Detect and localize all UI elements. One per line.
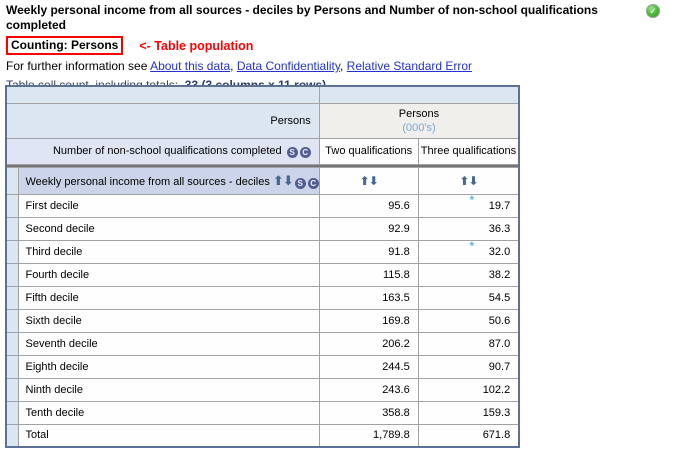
separator-text: , [339,59,347,73]
row-label: Fourth decile [17,262,320,287]
row-label: Eighth decile [17,354,320,379]
about-this-data-link[interactable]: About this data [150,59,230,73]
data-cell: 38.2 [417,262,520,287]
row-label: Second decile [17,216,320,241]
table-row: Eighth decile 244.5 90.7 [5,354,520,379]
table-row: Third decile 91.8 * 32.0 [5,239,520,264]
table-title: Weekly personal income from all sources … [6,3,598,32]
data-cell: 54.5 [417,285,520,310]
data-cell: 1,789.8 [318,423,419,448]
separator-text: , [230,59,237,73]
table-row: Fourth decile 115.8 38.2 [5,262,520,287]
data-cell: 244.5 [318,354,419,379]
data-cell: 115.8 [318,262,419,287]
info-prefix-text: For further information see [6,59,151,73]
row-dimension-cell: Weekly personal income from all sources … [17,166,320,195]
column-header-two-qualifications: Two qualifications [318,137,419,165]
spacer-cell [318,85,520,104]
annotation-flag-icon: * [469,194,475,207]
wafer-label-cell: Persons [5,102,320,139]
row-label: Total [17,423,320,448]
page-header: Weekly personal income from all sources … [6,3,684,92]
data-cell: 95.6 [318,193,419,218]
gutter-cell [5,423,19,448]
measure-header-row: Persons Persons (000's) [5,102,520,139]
row-label: Fifth decile [17,285,320,310]
annotation-flag-icon: * [469,240,475,253]
table-population-annotation: <- Table population [139,38,254,53]
data-cell: 87.0 [417,331,520,356]
table-row: Ninth decile 243.6 102.2 [5,377,520,402]
sort-descending-icon[interactable]: ⬇ [369,174,379,188]
row-label: Ninth decile [17,377,320,402]
column-dimension-cell: Number of non-school qualifications comp… [5,137,320,165]
s-circle-icon[interactable]: S [294,177,306,189]
c-circle-icon[interactable]: C [307,177,319,189]
data-cell: 90.7 [417,354,520,379]
row-label: Third decile [17,239,320,264]
sort-descending-icon[interactable]: ⬇ [468,174,478,188]
data-cell: 163.5 [318,285,419,310]
total-row: Total 1,789.8 671.8 [5,423,520,448]
column-dimension-row: Number of non-school qualifications comp… [5,137,520,165]
row-dimension-row: Weekly personal income from all sources … [5,166,520,195]
column-sort-control: ⬆⬇ [318,166,419,195]
data-cell: 36.3 [417,216,520,241]
table-row: First decile 95.6 * 19.7 [5,193,520,218]
spacer-row [5,85,520,104]
results-table: Persons Persons (000's) Number of non-sc… [5,85,521,448]
s-circle-icon[interactable]: S [286,146,298,158]
table-row: Tenth decile 358.8 159.3 [5,400,520,425]
gutter-cell [5,308,19,333]
further-information-line: For further information see About this d… [6,59,684,73]
data-cell: 206.2 [318,331,419,356]
success-check-icon: ✓ [646,4,660,18]
data-cell: 102.2 [417,377,520,402]
table-row: Seventh decile 206.2 87.0 [5,331,520,356]
row-label: Sixth decile [17,308,320,333]
gutter-cell [5,193,19,218]
data-cell: 91.8 [318,239,419,264]
data-cell: * 19.7 [417,193,520,218]
c-circle-icon[interactable]: C [299,146,311,158]
gutter-cell [5,239,19,264]
gutter-cell [5,331,19,356]
measure-cell: Persons (000's) [318,102,520,139]
column-dimension-label: Number of non-school qualifications comp… [52,144,282,157]
measure-name: Persons [398,107,440,120]
gutter-cell [5,400,19,425]
column-sort-control: ⬆⬇ [417,166,520,195]
table-row: Second decile 92.9 36.3 [5,216,520,241]
data-confidentiality-link[interactable]: Data Confidentiality [237,59,340,73]
sort-descending-icon[interactable]: ⬇ [283,173,294,188]
row-dimension-label: Weekly personal income from all sources … [25,175,270,188]
relative-standard-error-link[interactable]: Relative Standard Error [347,59,472,73]
tablebuilder-results-page: Weekly personal income from all sources … [0,0,689,452]
data-cell: * 32.0 [417,239,520,264]
data-cell: 169.8 [318,308,419,333]
data-cell: 671.8 [417,423,520,448]
gutter-cell [5,354,19,379]
data-cell: 159.3 [417,400,520,425]
row-label: Seventh decile [17,331,320,356]
data-cell: 50.6 [417,308,520,333]
data-cell: 243.6 [318,377,419,402]
data-cell: 358.8 [318,400,419,425]
gutter-cell [5,216,19,241]
gutter-cell [5,262,19,287]
gutter-cell [5,285,19,310]
table-row: Sixth decile 169.8 50.6 [5,308,520,333]
gutter-cell [5,377,19,402]
sort-ascending-icon[interactable]: ⬆ [360,174,370,188]
row-label: First decile [17,193,320,218]
gutter-cell [5,166,19,195]
column-header-three-qualifications: Three qualifications [417,137,520,165]
table-row: Fifth decile 163.5 54.5 [5,285,520,310]
data-cell: 92.9 [318,216,419,241]
row-label: Tenth decile [17,400,320,425]
counting-persons-label: Counting: Persons [6,36,124,55]
measure-unit: (000's) [402,121,436,134]
sort-ascending-icon[interactable]: ⬆ [273,173,284,188]
spacer-cell [5,85,320,104]
